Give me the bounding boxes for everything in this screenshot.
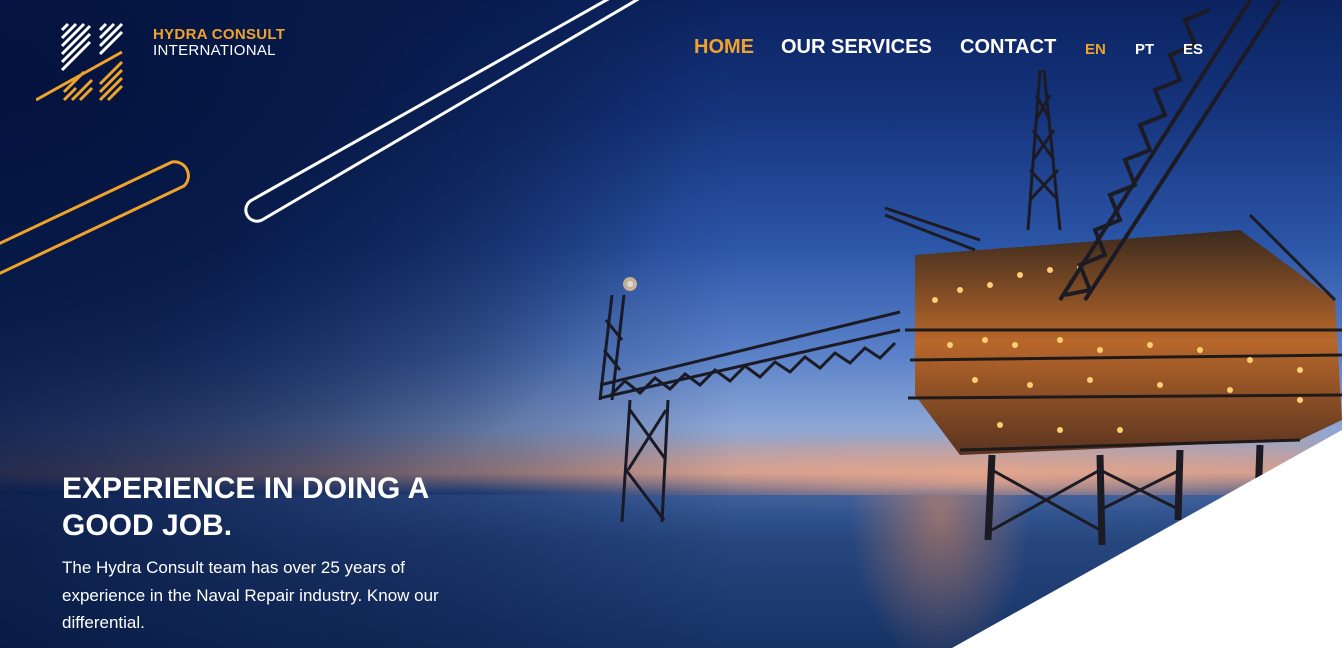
hero-description: The Hydra Consult team has over 25 years…: [62, 558, 439, 632]
orange-pill-line: [0, 160, 190, 275]
hydra-h-logo-icon: [35, 22, 124, 102]
brand-name-line2: INTERNATIONAL: [153, 42, 276, 59]
hero-banner: HYDRA CONSULT INTERNATIONAL HOME OUR SER…: [0, 0, 1342, 648]
hero-headline: EXPERIENCE IN DOING A GOOD JOB.: [62, 472, 429, 542]
lang-en[interactable]: EN: [1085, 38, 1106, 62]
lang-es[interactable]: ES: [1183, 38, 1203, 62]
nav-item-our-services[interactable]: OUR SERVICES: [781, 35, 932, 59]
brand-name[interactable]: HYDRA CONSULT INTERNATIONAL: [153, 27, 285, 59]
white-pill-line: [244, 0, 640, 223]
brand-name-line1: HYDRA CONSULT: [153, 26, 286, 43]
white-corner-shape: [952, 430, 1342, 648]
nav-item-home[interactable]: HOME: [694, 35, 754, 59]
nav-item-contact[interactable]: CONTACT: [960, 35, 1056, 59]
lang-pt[interactable]: PT: [1135, 38, 1154, 62]
